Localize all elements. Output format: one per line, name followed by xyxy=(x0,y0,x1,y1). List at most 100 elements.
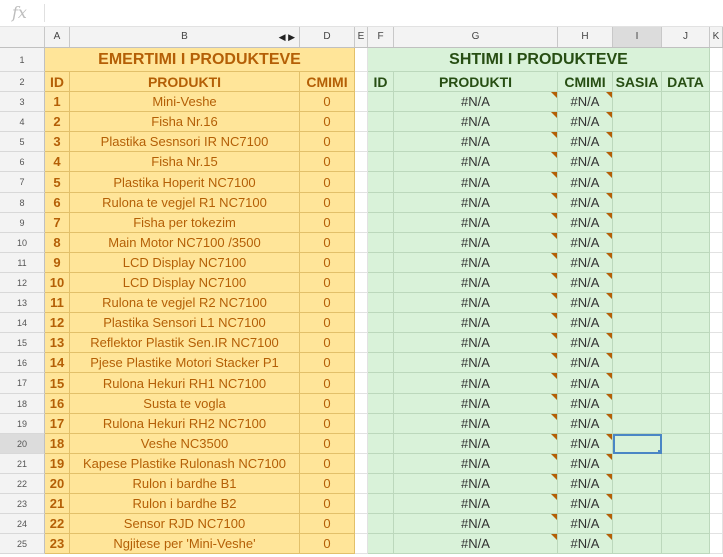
cell-produkti[interactable]: Pjese Plastike Motori Stacker P1 xyxy=(70,353,300,373)
cell-id[interactable]: 5 xyxy=(45,172,70,193)
cell-data[interactable] xyxy=(662,333,710,353)
cell-right-id[interactable] xyxy=(368,333,394,353)
cell-right-produkti[interactable]: #N/A xyxy=(394,213,558,233)
cell-cmimi[interactable]: 0 xyxy=(300,353,355,373)
row-header[interactable]: 4 xyxy=(0,112,45,132)
cell-cmimi[interactable]: 0 xyxy=(300,92,355,112)
cell-e[interactable] xyxy=(355,213,368,233)
cell-k[interactable] xyxy=(710,253,723,273)
cell-sasia[interactable] xyxy=(613,394,662,414)
cell-right-cmimi[interactable]: #N/A xyxy=(558,152,613,172)
cell-data[interactable] xyxy=(662,494,710,514)
column-header-j[interactable]: J xyxy=(662,27,710,47)
cell-right-cmimi[interactable]: #N/A xyxy=(558,112,613,132)
cell-data[interactable] xyxy=(662,534,710,554)
cell-right-cmimi[interactable]: #N/A xyxy=(558,273,613,293)
cell-e[interactable] xyxy=(355,474,368,494)
cell-data[interactable] xyxy=(662,414,710,434)
cell-k[interactable] xyxy=(710,193,723,213)
cell-id[interactable]: 20 xyxy=(45,474,70,494)
cell-data[interactable] xyxy=(662,152,710,172)
cell-sasia[interactable] xyxy=(613,92,662,112)
cell-produkti[interactable]: Plastika Sensori L1 NC7100 xyxy=(70,313,300,333)
cell-right-cmimi[interactable]: #N/A xyxy=(558,313,613,333)
cell-sasia[interactable] xyxy=(613,353,662,373)
cell-sasia[interactable] xyxy=(613,373,662,394)
cell-right-produkti[interactable]: #N/A xyxy=(394,172,558,193)
cell-e[interactable] xyxy=(355,514,368,534)
row-header[interactable]: 6 xyxy=(0,152,45,172)
cell-right-cmimi[interactable]: #N/A xyxy=(558,394,613,414)
cell-right-produkti[interactable]: #N/A xyxy=(394,414,558,434)
cell-sasia[interactable] xyxy=(613,414,662,434)
row-header[interactable]: 5 xyxy=(0,132,45,152)
left-section-title[interactable]: EMERTIMI I PRODUKTEVE xyxy=(45,48,355,72)
cell-sasia[interactable] xyxy=(613,233,662,253)
cell-data[interactable] xyxy=(662,172,710,193)
cell-e[interactable] xyxy=(355,313,368,333)
cell-data[interactable] xyxy=(662,293,710,313)
row-header[interactable]: 9 xyxy=(0,213,45,233)
cell-right-cmimi[interactable]: #N/A xyxy=(558,454,613,474)
cell-cmimi[interactable]: 0 xyxy=(300,494,355,514)
cell-sasia[interactable] xyxy=(613,474,662,494)
column-header-g[interactable]: G xyxy=(394,27,558,47)
cell-produkti[interactable]: Fisha Nr.15 xyxy=(70,152,300,172)
cell-e[interactable] xyxy=(355,112,368,132)
row-header[interactable]: 12 xyxy=(0,273,45,293)
cell-produkti[interactable]: LCD Display NC7100 xyxy=(70,273,300,293)
cell-id[interactable]: 2 xyxy=(45,112,70,132)
column-header-k[interactable]: K xyxy=(710,27,723,47)
cell-right-cmimi[interactable]: #N/A xyxy=(558,132,613,152)
cell-produkti[interactable]: Rulona Hekuri RH2 NC7100 xyxy=(70,414,300,434)
cell-produkti[interactable]: Rulon i bardhe B1 xyxy=(70,474,300,494)
cell-right-produkti[interactable]: #N/A xyxy=(394,514,558,534)
row-header[interactable]: 22 xyxy=(0,474,45,494)
cell-cmimi[interactable]: 0 xyxy=(300,454,355,474)
cell-k[interactable] xyxy=(710,353,723,373)
cell-k[interactable] xyxy=(710,112,723,132)
row-header[interactable]: 14 xyxy=(0,313,45,333)
cell-right-id[interactable] xyxy=(368,514,394,534)
cell-right-id[interactable] xyxy=(368,112,394,132)
cell-sasia[interactable] xyxy=(613,293,662,313)
cell-id[interactable]: 11 xyxy=(45,293,70,313)
cell-right-id[interactable] xyxy=(368,273,394,293)
cell-right-id[interactable] xyxy=(368,373,394,394)
row-header[interactable]: 23 xyxy=(0,494,45,514)
cell-k[interactable] xyxy=(710,434,723,454)
row-header[interactable]: 11 xyxy=(0,253,45,273)
header-id[interactable]: ID xyxy=(45,72,70,92)
right-section-title[interactable]: SHTIMI I PRODUKTEVE xyxy=(368,48,710,72)
cell-id[interactable]: 17 xyxy=(45,414,70,434)
cell-id[interactable]: 22 xyxy=(45,514,70,534)
formula-input[interactable] xyxy=(46,2,716,24)
cell-produkti[interactable]: Kapese Plastike Rulonash NC7100 xyxy=(70,454,300,474)
cell-data[interactable] xyxy=(662,353,710,373)
cell-id[interactable]: 3 xyxy=(45,132,70,152)
cell-data[interactable] xyxy=(662,92,710,112)
cell-cmimi[interactable]: 0 xyxy=(300,273,355,293)
cell-e[interactable] xyxy=(355,172,368,193)
cell-cmimi[interactable]: 0 xyxy=(300,213,355,233)
cell-produkti[interactable]: Rulona te vegjel R2 NC7100 xyxy=(70,293,300,313)
cell-e[interactable] xyxy=(355,293,368,313)
cell-right-produkti[interactable]: #N/A xyxy=(394,353,558,373)
cell-right-cmimi[interactable]: #N/A xyxy=(558,92,613,112)
cell-right-id[interactable] xyxy=(368,233,394,253)
cell-right-id[interactable] xyxy=(368,534,394,554)
header-cmimi[interactable]: CMIMI xyxy=(300,72,355,92)
row-header[interactable]: 1 xyxy=(0,48,45,72)
cell-e[interactable] xyxy=(355,414,368,434)
cell-right-id[interactable] xyxy=(368,434,394,454)
cell-right-id[interactable] xyxy=(368,293,394,313)
cell-k[interactable] xyxy=(710,494,723,514)
cell-right-produkti[interactable]: #N/A xyxy=(394,132,558,152)
cell-right-cmimi[interactable]: #N/A xyxy=(558,333,613,353)
cell-sasia[interactable] xyxy=(613,313,662,333)
cell-cmimi[interactable]: 0 xyxy=(300,253,355,273)
cell-k[interactable] xyxy=(710,273,723,293)
cell-id[interactable]: 14 xyxy=(45,353,70,373)
cell-produkti[interactable]: Plastika Sesnsori IR NC7100 xyxy=(70,132,300,152)
cell-right-produkti[interactable]: #N/A xyxy=(394,394,558,414)
